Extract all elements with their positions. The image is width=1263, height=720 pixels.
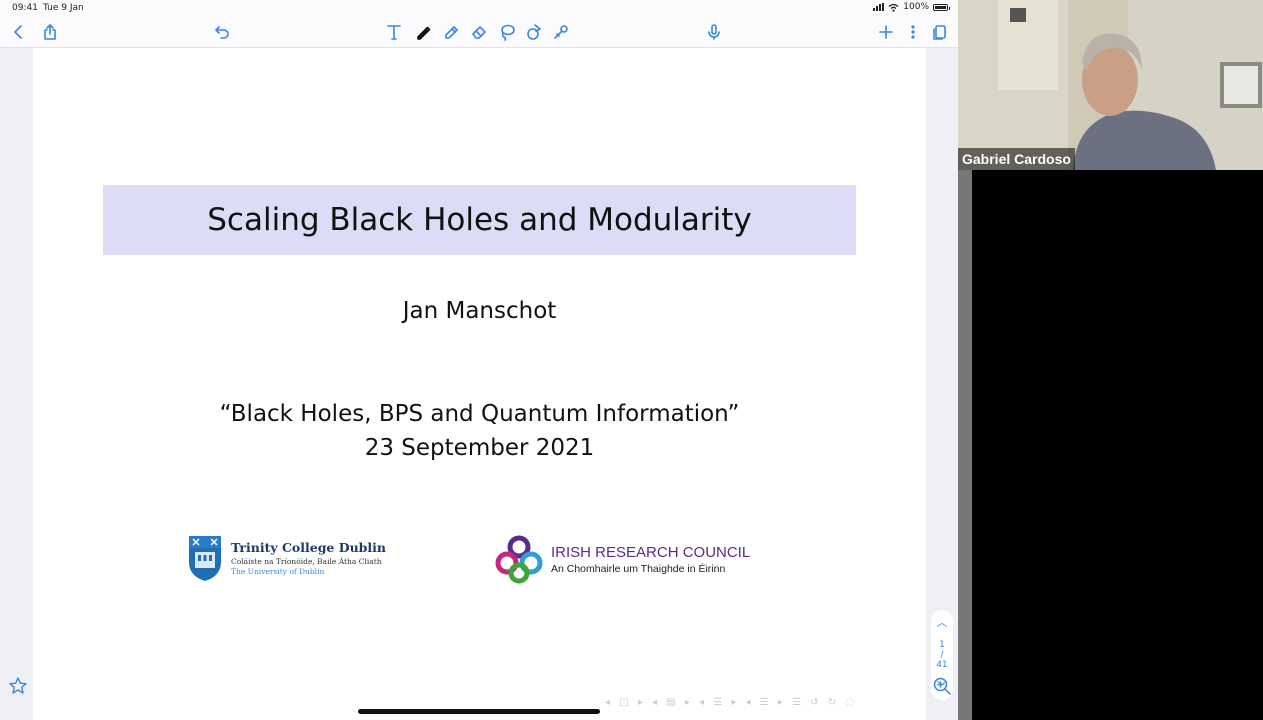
share-icon[interactable]: [38, 20, 62, 44]
shapes-icon[interactable]: [522, 20, 546, 44]
document-page-area[interactable]: Scaling Black Holes and Modularity Jan M…: [0, 48, 958, 720]
back-icon[interactable]: [7, 20, 31, 44]
irc-logo: IRISH RESEARCH COUNCIL An Chomhairle um …: [493, 533, 750, 585]
participant-name: Gabriel Cardoso: [958, 148, 1075, 170]
battery-percent: 100%: [903, 2, 929, 12]
highlighter-icon[interactable]: [439, 20, 463, 44]
toolbar: [0, 16, 958, 48]
text-tool-icon[interactable]: [382, 20, 406, 44]
beamer-navigation-symbols: ◂ ▢ ▸ ◂ ▤ ▸ ◂ ☰ ▸ ◂ ☰ ▸ ☰ ↺ ↻ ◌: [605, 697, 858, 708]
page-separator: ∕: [940, 650, 944, 660]
slide-date: 23 September 2021: [364, 435, 595, 461]
battery-icon: [933, 3, 950, 11]
page-total: 41: [936, 660, 948, 670]
participant-video[interactable]: Gabriel Cardoso: [958, 0, 1263, 170]
status-bar: 09:41 Tue 9 Jan 100%: [0, 0, 958, 16]
wifi-icon: [888, 3, 899, 12]
irc-knot-icon: [495, 535, 543, 584]
status-right: 100%: [873, 2, 950, 12]
tcd-name: Trinity College Dublin: [231, 540, 386, 555]
eraser-icon[interactable]: [467, 20, 491, 44]
status-time: 09:41: [12, 3, 38, 13]
add-icon[interactable]: [874, 20, 898, 44]
microphone-icon[interactable]: [702, 20, 726, 44]
irc-name: IRISH RESEARCH COUNCIL: [551, 543, 751, 561]
slide-author: Jan Manschot: [402, 298, 557, 324]
tcd-irish-name: Coláiste na Tríonóide, Baile Átha Cliath: [231, 557, 382, 566]
video-panel-background: [958, 170, 1263, 720]
panel-divider: [958, 170, 972, 720]
laser-pointer-icon[interactable]: [549, 20, 573, 44]
tcd-shield-icon: [189, 536, 221, 581]
slide-title: Scaling Black Holes and Modularity: [207, 202, 752, 238]
slide-page[interactable]: Scaling Black Holes and Modularity Jan M…: [33, 48, 926, 720]
irc-irish-name: An Chomhairle um Thaighde in Éirinn: [551, 562, 726, 575]
favorite-star-icon[interactable]: [8, 676, 28, 696]
chevron-up-icon[interactable]: ︿: [937, 614, 948, 630]
pen-icon[interactable]: [411, 20, 435, 44]
ipad-screen: 09:41 Tue 9 Jan 100% Scaling Black Holes…: [0, 0, 958, 720]
status-date: Tue 9 Jan: [43, 3, 84, 13]
cellular-signal-icon: [873, 3, 885, 11]
undo-icon[interactable]: [210, 20, 234, 44]
home-indicator[interactable]: [358, 709, 600, 714]
tcd-logo: Trinity College Dublin Coláiste na Tríon…: [187, 534, 386, 582]
tcd-subtitle: The University of Dublin: [231, 567, 325, 576]
zoom-icon[interactable]: [932, 676, 952, 696]
pages-icon[interactable]: [928, 20, 952, 44]
slide-conference: “Black Holes, BPS and Quantum Informatio…: [219, 401, 740, 427]
more-icon[interactable]: [901, 20, 925, 44]
slide-title-box: Scaling Black Holes and Modularity: [103, 185, 856, 255]
lasso-icon[interactable]: [495, 20, 519, 44]
participant-video-frame: [958, 0, 1263, 170]
page-current: 1: [939, 640, 945, 650]
